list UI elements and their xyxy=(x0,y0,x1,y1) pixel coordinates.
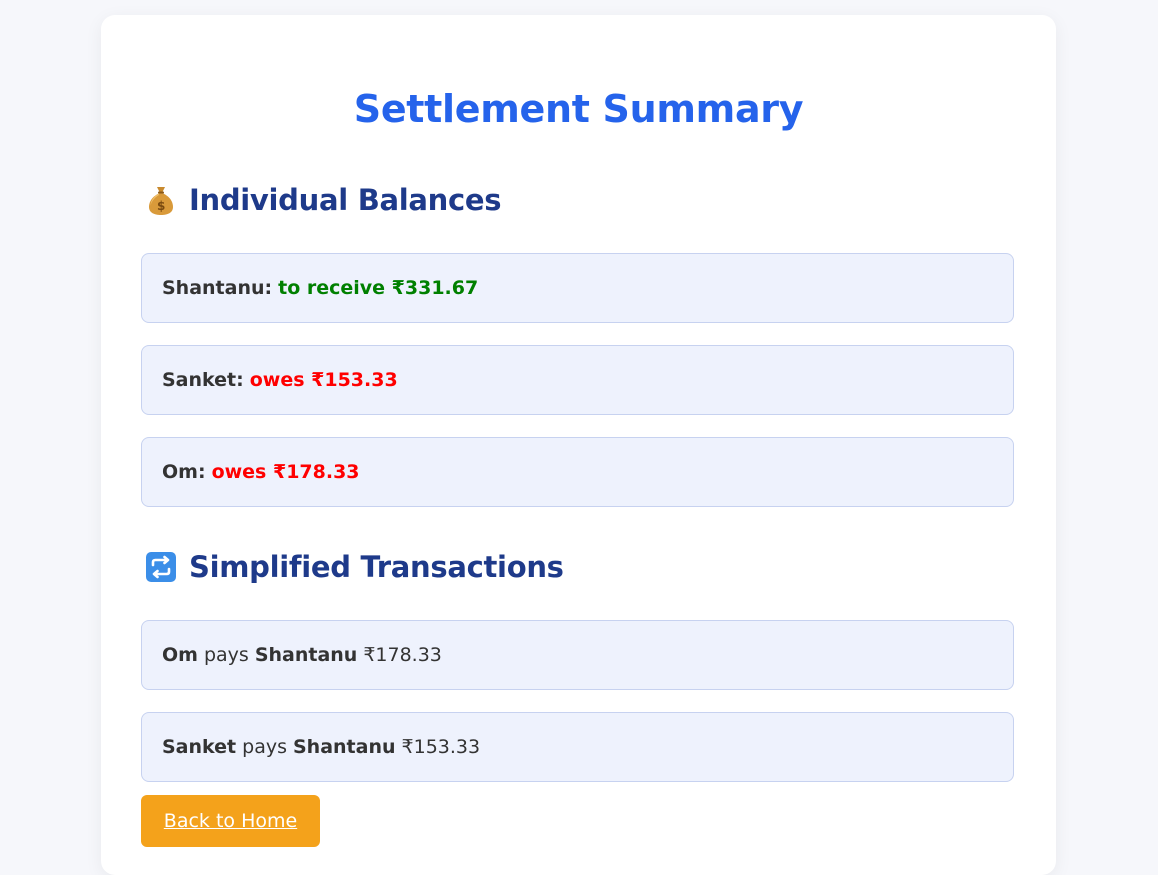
balances-heading: $ Individual Balances xyxy=(145,183,502,217)
balance-status: owes ₹153.33 xyxy=(249,369,398,391)
balance-row-shantanu: Shantanu: to receive ₹331.67 xyxy=(141,253,1014,323)
balance-row-sanket: Sanket: owes ₹153.33 xyxy=(141,345,1014,415)
transaction-payer: Om xyxy=(162,644,198,666)
balance-name: Shantanu: xyxy=(162,277,273,299)
transaction-payee: Shantanu xyxy=(254,644,358,666)
transaction-amount: ₹178.33 xyxy=(363,644,442,666)
transactions-heading: Simplified Transactions xyxy=(145,550,564,584)
balance-name: Sanket: xyxy=(162,369,244,391)
page-title: Settlement Summary xyxy=(353,87,804,131)
transaction-payer: Sanket xyxy=(162,736,237,758)
balance-status: owes ₹178.33 xyxy=(211,461,360,483)
transaction-row: Sanket pays Shantanu ₹153.33 xyxy=(141,712,1014,782)
back-to-home-button[interactable]: Back to Home xyxy=(141,795,320,847)
repeat-arrows-icon xyxy=(145,551,177,583)
transaction-row: Om pays Shantanu ₹178.33 xyxy=(141,620,1014,690)
svg-text:$: $ xyxy=(157,199,165,213)
balance-name: Om: xyxy=(162,461,206,483)
transaction-verb: pays xyxy=(203,644,249,666)
transaction-payee: Shantanu xyxy=(293,736,396,758)
transaction-amount: ₹153.33 xyxy=(401,736,481,758)
balances-heading-text: Individual Balances xyxy=(189,183,502,217)
balance-row-om: Om: owes ₹178.33 xyxy=(141,437,1014,507)
transaction-verb: pays xyxy=(242,736,287,758)
transactions-heading-text: Simplified Transactions xyxy=(189,550,564,584)
money-bag-icon: $ xyxy=(145,184,177,216)
balance-status: to receive ₹331.67 xyxy=(278,277,479,299)
settlement-card: Settlement Summary $ Individual Balances… xyxy=(101,15,1056,875)
